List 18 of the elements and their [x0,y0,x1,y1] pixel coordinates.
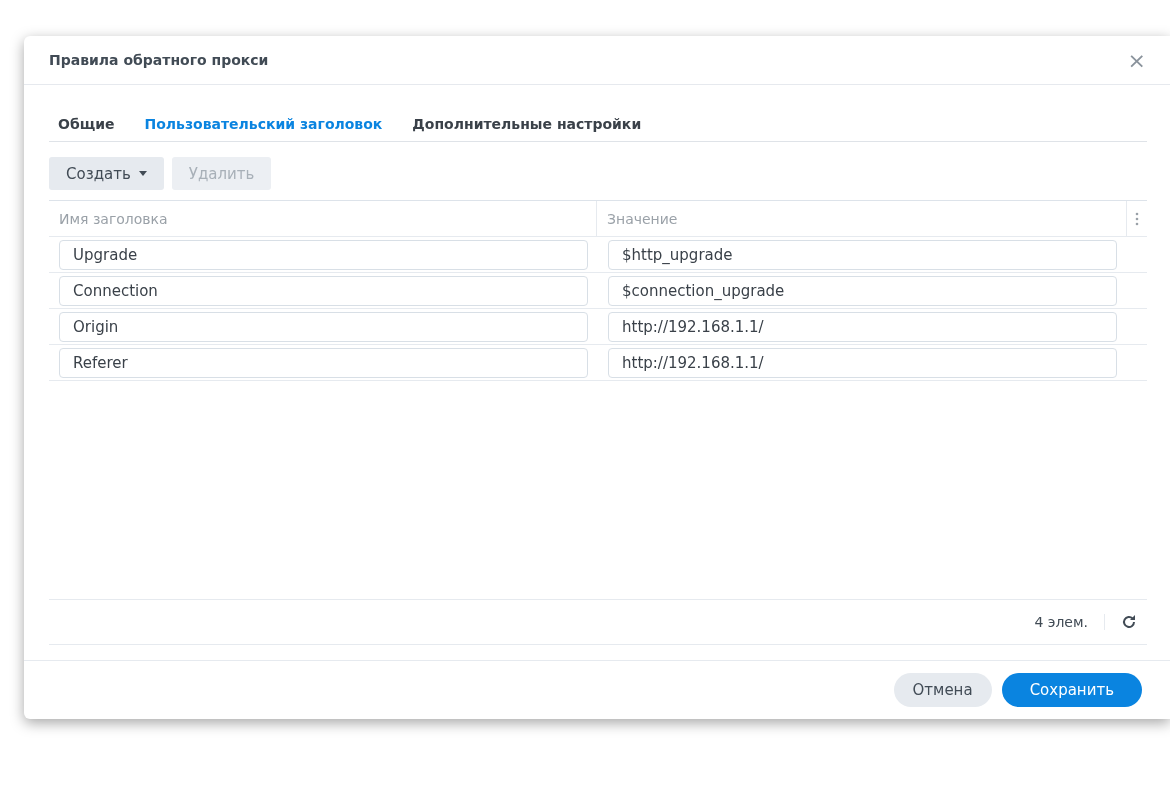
tab[interactable]: Пользовательский заголовок [144,107,383,141]
input-field[interactable]: $http_upgrade [608,239,1117,270]
input-field[interactable]: Referer [59,347,588,378]
input-field[interactable]: Connection [59,275,588,306]
input-field[interactable]: Origin [59,311,588,342]
cancel-button[interactable]: Отмена [893,673,992,707]
input-field[interactable]: Upgrade [59,239,588,270]
tab[interactable]: Общие [58,107,115,141]
tab[interactable]: Дополнительные настройки [412,107,642,141]
window-title: Правила обратного прокси [49,52,269,68]
refresh-icon[interactable] [1121,614,1137,630]
input-field[interactable]: $connection_upgrade [608,275,1117,306]
item-count: 4 элем. [1034,614,1105,630]
create-dropdown-button[interactable]: Создать [49,157,164,190]
input-field[interactable]: http://192.168.1.1/ [608,347,1117,378]
save-button[interactable]: Сохранить [1001,673,1142,707]
input-field[interactable]: http://192.168.1.1/ [608,311,1117,342]
caret-icon [138,171,147,176]
